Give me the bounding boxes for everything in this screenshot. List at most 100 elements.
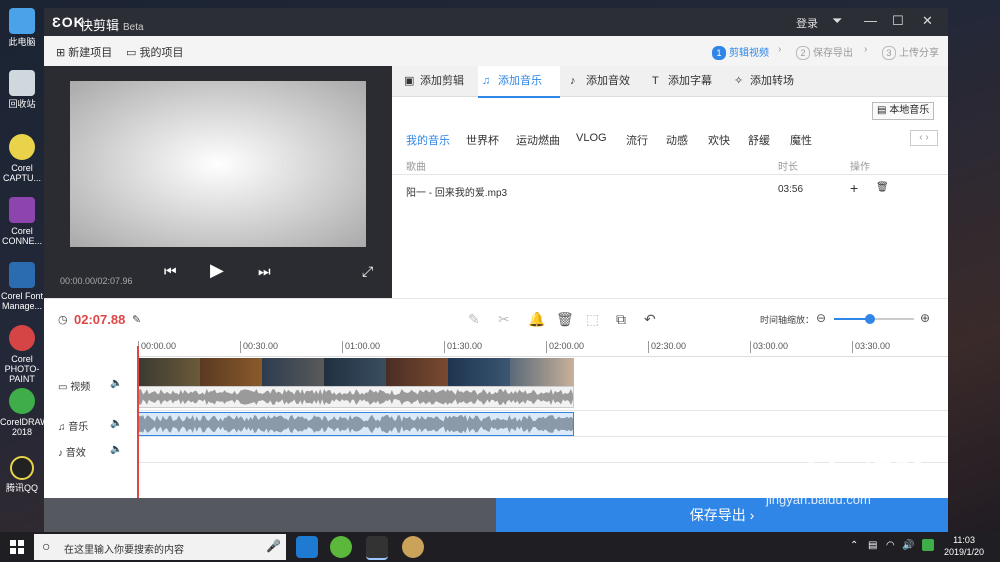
folder-music-icon: ▤ [877, 105, 887, 116]
speaker-icon[interactable]: 🔈 [110, 418, 122, 429]
ruler-tick: 02:00.00 [546, 341, 584, 353]
system-clock[interactable]: 11:03 2019/1/20 [944, 534, 984, 558]
my-projects-button[interactable]: ▭ 我的项目 [126, 44, 183, 60]
desktop-icon-coreldraw[interactable]: CorelDRAW 2018 [0, 388, 49, 437]
step-edit-video[interactable]: 1 剪辑视频 [712, 44, 769, 60]
previous-icon[interactable]: ⏮ [164, 263, 177, 280]
zoom-slider[interactable] [834, 314, 914, 324]
playhead[interactable] [137, 346, 139, 498]
tab-add-transition[interactable]: ✧ 添加转场 [730, 66, 812, 96]
fullscreen-icon[interactable]: ⤢ [362, 263, 373, 280]
corel-photo-paint-icon [9, 325, 35, 351]
category-dynamic[interactable]: 动感 [666, 132, 688, 148]
microphone-icon[interactable]: 🎤 [266, 539, 281, 553]
zoom-in-icon[interactable]: ⊕ [920, 311, 930, 325]
desktop-icon-label: 回收站 [8, 99, 36, 109]
close-icon[interactable]: ✕ [922, 13, 933, 29]
save-export-button[interactable]: 保存导出 › [496, 498, 948, 532]
trash-icon[interactable]: 🗑 [556, 311, 574, 328]
zoom-label: 时间轴缩放： [760, 315, 815, 325]
category-world-cup[interactable]: 世界杯 [466, 132, 499, 148]
next-icon[interactable]: ⏭ [258, 263, 271, 280]
preview-screen[interactable] [70, 81, 366, 247]
minimize-icon[interactable]: — [864, 13, 877, 28]
watermark-url: jingyan.baidu.com [766, 492, 871, 507]
wifi-icon[interactable]: ◠ [886, 540, 895, 551]
video-thumbnail [386, 358, 448, 386]
desktop-icon-corel-connect[interactable]: Corel CONNE... [0, 197, 44, 246]
video-clip[interactable] [138, 358, 574, 410]
undo-icon[interactable]: ↶ [644, 311, 656, 328]
maximize-icon[interactable]: ☐ [892, 13, 904, 29]
video-thumbnail [324, 358, 386, 386]
clock-time: 11:03 [953, 535, 975, 545]
desktop-icon-recycle-bin[interactable]: 回收站 [0, 70, 44, 109]
taskbar-search-box[interactable]: ○ 在这里输入你要搜索的内容 🎤 [34, 534, 286, 560]
plus-square-icon: ⊞ [56, 47, 66, 59]
clock-date: 2019/1/20 [944, 547, 985, 557]
category-cheerful[interactable]: 欢快 [708, 132, 730, 148]
desktop-icon-qq[interactable]: 腾讯QQ [0, 456, 44, 493]
waveform-graphic [139, 414, 573, 434]
kuaijianji-taskbar-icon[interactable] [366, 536, 388, 560]
zoom-out-icon[interactable]: ⊖ [816, 311, 826, 325]
crop-icon[interactable]: ⬚ [586, 311, 599, 328]
music-clip[interactable] [138, 412, 574, 436]
menu-dropdown-icon[interactable]: ⏷ [832, 13, 842, 29]
step-export[interactable]: 2 保存导出 [796, 44, 853, 60]
delete-song-icon[interactable]: 🗑 [876, 182, 889, 193]
desktop-icon-corel-photo-paint[interactable]: Corel PHOTO-PAINT [0, 325, 44, 384]
tab-add-clip[interactable]: ▣ 添加剪辑 [400, 66, 486, 96]
bell-icon[interactable]: 🔔 [528, 311, 545, 328]
step-number: 1 [712, 46, 726, 60]
volume-icon[interactable]: 🔊 [902, 540, 914, 551]
speaker-icon[interactable]: 🔈 [110, 444, 122, 455]
search-placeholder: 在这里输入你要搜索的内容 [64, 545, 184, 556]
zoom-slider-handle[interactable] [865, 314, 875, 324]
tab-add-music[interactable]: ♫ 添加音乐 [478, 66, 560, 98]
desktop-icon-label: 此电脑 [8, 37, 36, 47]
category-sports[interactable]: 运动燃曲 [516, 132, 560, 148]
login-button[interactable]: 登录 [796, 15, 818, 31]
category-scroll-arrows[interactable]: ‹ › [910, 130, 938, 146]
category-soothing[interactable]: 舒缓 [748, 132, 770, 148]
category-vlog[interactable]: VLOG [576, 132, 607, 144]
music-note-icon: ♫ [482, 75, 491, 87]
speaker-icon[interactable]: 🔈 [110, 378, 122, 389]
desktop-icon-this-pc[interactable]: 此电脑 [0, 8, 44, 47]
network-icon[interactable]: ▤ [868, 540, 877, 551]
resource-tabs: ▣ 添加剪辑 ♫ 添加音乐 ♪ 添加音效 T 添加字幕 ✧ 添加转场 [392, 66, 948, 98]
paint-app-icon[interactable] [402, 536, 424, 558]
time-ruler[interactable]: 00:00.00 00:30.00 01:00.00 01:30.00 02:0… [138, 338, 948, 357]
category-my-music[interactable]: 我的音乐 [406, 132, 450, 148]
step-label: 剪辑视频 [729, 48, 769, 59]
category-magic[interactable]: 魔性 [790, 132, 812, 148]
copy-icon[interactable]: ⧉ [616, 311, 626, 328]
column-duration: 时长 [778, 162, 798, 173]
chevron-up-icon[interactable]: ⌃ [850, 540, 858, 551]
recycle-bin-icon [9, 70, 35, 96]
tab-add-sound-effect[interactable]: ♪ 添加音效 [566, 66, 648, 96]
360-browser-icon[interactable] [330, 536, 352, 558]
play-icon[interactable]: ▶ [210, 260, 224, 281]
column-action: 操作 [850, 162, 870, 173]
pencil-icon[interactable]: ✎ [468, 311, 480, 328]
scissors-icon[interactable]: ✂ [498, 311, 510, 328]
local-music-button[interactable]: ▤ 本地音乐 [872, 102, 935, 120]
desktop-icon-corel-font[interactable]: Corel Font Manage... [0, 262, 44, 311]
category-pop[interactable]: 流行 [626, 132, 648, 148]
edge-browser-icon[interactable] [296, 536, 318, 558]
new-project-button[interactable]: ⊞ 新建项目 [56, 44, 112, 60]
search-circle-icon: ○ [42, 538, 51, 554]
step-share[interactable]: 3 上传分享 [882, 44, 939, 60]
title-bar[interactable]: ƐOK 快剪辑 Beta 登录 ⏷ — ☐ ✕ [44, 8, 948, 36]
tab-label: 添加转场 [750, 75, 794, 87]
tab-label: 添加字幕 [668, 75, 712, 87]
desktop-icon-corel-capture[interactable]: Corel CAPTU... [0, 134, 44, 183]
edit-toolbar: ◷ 02:07.88 ✎ ✎ ✂ 🔔 🗑 ⬚ ⧉ ↶ 时间轴缩放： ⊖ ⊕ [44, 298, 948, 339]
windows-start-icon[interactable] [10, 540, 24, 554]
edit-pencil-icon[interactable]: ✎ [132, 313, 141, 326]
tab-add-subtitle[interactable]: T 添加字幕 [648, 66, 730, 96]
add-song-icon[interactable]: + [850, 180, 858, 196]
tray-app-icon[interactable] [922, 539, 934, 551]
